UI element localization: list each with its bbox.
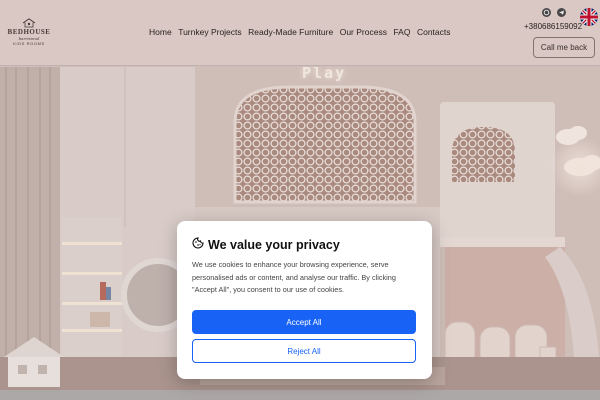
- cookie-consent-modal: We value your privacy We use cookies to …: [177, 221, 432, 379]
- cookie-modal-text: We use cookies to enhance your browsing …: [192, 260, 396, 294]
- cookie-modal-header: We value your privacy: [192, 236, 340, 254]
- reject-all-button[interactable]: Reject All: [192, 339, 416, 363]
- cookie-modal-title: We value your privacy: [208, 238, 340, 252]
- accept-all-button[interactable]: Accept All: [192, 310, 416, 334]
- cookie-icon: [192, 236, 204, 254]
